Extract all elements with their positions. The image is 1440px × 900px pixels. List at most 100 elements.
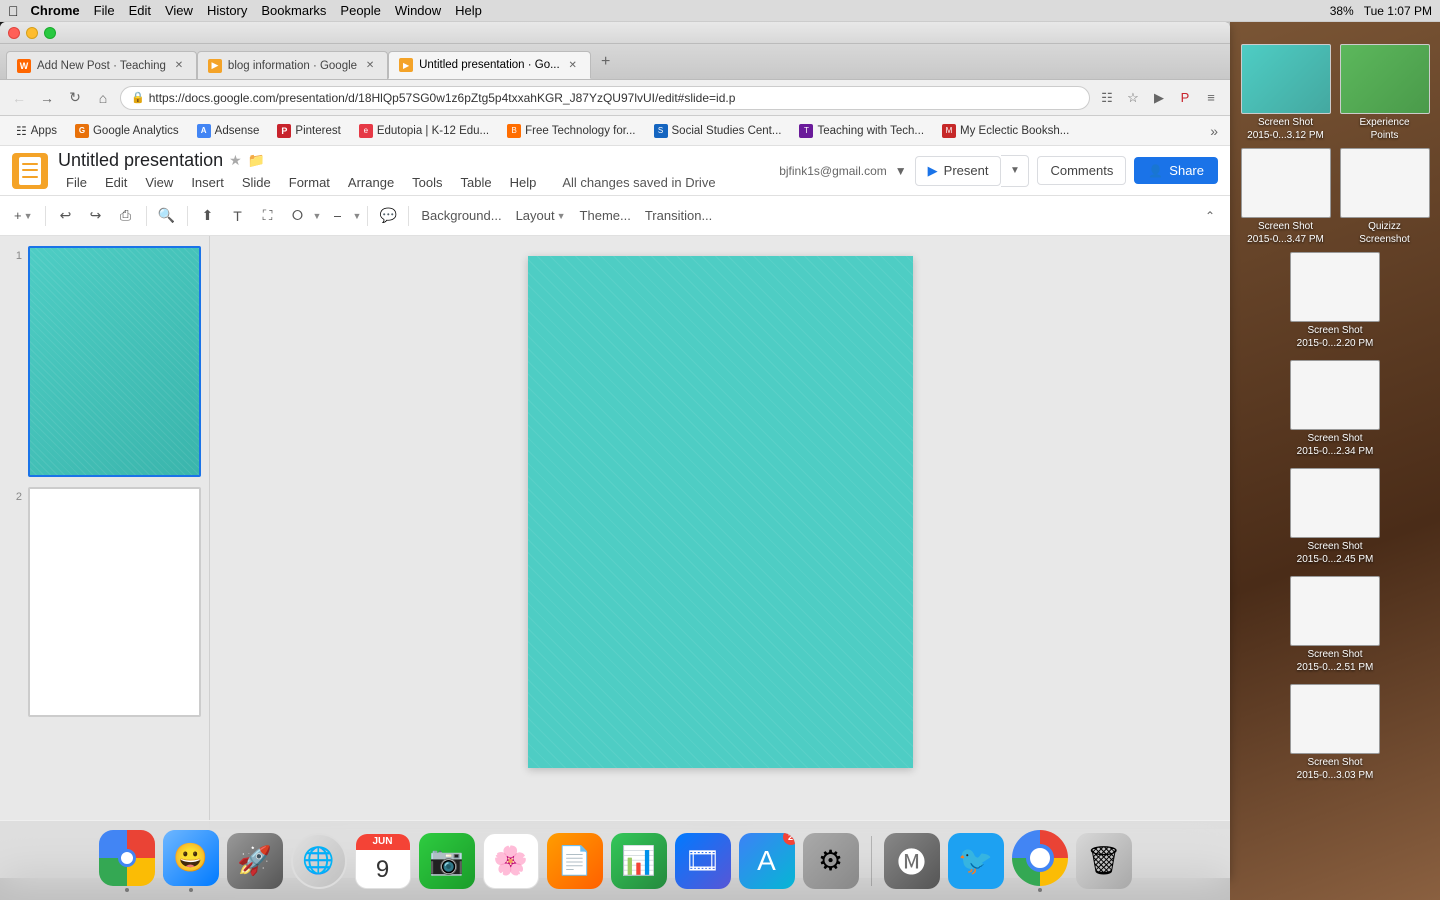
text-tool[interactable]: T	[224, 202, 252, 230]
zoom-add-button[interactable]: + ▼	[8, 202, 39, 230]
slide-panel-item-1[interactable]: 1	[8, 246, 201, 477]
slides-menu-arrange[interactable]: Arrange	[340, 173, 402, 192]
present-dropdown-button[interactable]: ▼	[1001, 155, 1029, 187]
fullscreen-button[interactable]	[44, 27, 56, 39]
desktop-icon-ss3[interactable]: Screen Shot2015-0...3.47 PM	[1238, 148, 1333, 246]
dock-item-chrome-canary[interactable]	[1012, 830, 1068, 892]
dock-item-appstore[interactable]: A 2	[739, 833, 795, 889]
bookmark-edutopia[interactable]: e Edutopia | K-12 Edu...	[351, 122, 497, 140]
shape-chevron-icon[interactable]: ▼	[313, 211, 322, 221]
dock-item-calendar[interactable]: JUN 9	[355, 833, 411, 889]
dock-item-trash[interactable]: 🗑	[1076, 833, 1132, 889]
dock-item-calculator[interactable]: 🅜	[884, 833, 940, 889]
app-menu-bookmarks[interactable]: Bookmarks	[261, 3, 326, 18]
app-menu-view[interactable]: View	[165, 3, 193, 18]
dock-item-keynote[interactable]: 🎞	[675, 833, 731, 889]
app-menu-window[interactable]: Window	[395, 3, 441, 18]
slides-menu-table[interactable]: Table	[453, 173, 500, 192]
slides-menu-edit[interactable]: Edit	[97, 173, 135, 192]
line-tool[interactable]: ⎯	[323, 202, 351, 230]
slide-panel-item-2[interactable]: 2	[8, 487, 201, 718]
dock-item-rocket[interactable]: 🚀	[227, 833, 283, 889]
bookmark-eclectic[interactable]: M My Eclectic Booksh...	[934, 122, 1077, 140]
apple-menu[interactable]: 	[8, 3, 19, 19]
comments-button[interactable]: Comments	[1037, 156, 1126, 185]
minimize-button[interactable]	[26, 27, 38, 39]
comment-tool[interactable]: 💬	[374, 202, 402, 230]
app-menu-history[interactable]: History	[207, 3, 247, 18]
dock-item-chrome[interactable]	[99, 830, 155, 892]
slides-title[interactable]: Untitled presentation	[58, 150, 223, 171]
forward-button[interactable]: →	[36, 87, 58, 109]
new-tab-button[interactable]: +	[595, 51, 617, 73]
undo-button[interactable]: ↩	[52, 202, 80, 230]
slides-menu-view[interactable]: View	[137, 173, 181, 192]
address-bar[interactable]: 🔒 https://docs.google.com/presentation/d…	[120, 86, 1090, 110]
cursor-tool[interactable]: ⬆	[194, 202, 222, 230]
dock-item-system-preferences[interactable]: ⚙	[803, 833, 859, 889]
bookmark-google-analytics[interactable]: G Google Analytics	[67, 122, 187, 140]
home-button[interactable]: ⌂	[92, 87, 114, 109]
tab-blog-info[interactable]: ▶ blog information · Google ✕	[197, 51, 388, 79]
image-tool[interactable]: ⛶	[254, 202, 282, 230]
app-menu-help[interactable]: Help	[455, 3, 482, 18]
bookmark-pinterest[interactable]: P Pinterest	[269, 122, 348, 140]
slide-main-canvas[interactable]	[528, 256, 913, 768]
desktop-icon-ss8[interactable]: Screen Shot2015-0...2.51 PM	[1230, 572, 1440, 678]
redo-button[interactable]: ↪	[82, 202, 110, 230]
bookmark-free-tech[interactable]: B Free Technology for...	[499, 122, 643, 140]
dock-item-photos[interactable]: 🌸	[483, 833, 539, 889]
bookmark-teaching-tech[interactable]: T Teaching with Tech...	[791, 122, 932, 140]
user-dropdown-icon[interactable]: ▼	[895, 164, 907, 178]
app-menu-edit[interactable]: Edit	[129, 3, 151, 18]
pinterest-button[interactable]: P	[1174, 87, 1196, 109]
dock-item-twitter[interactable]: 🐦	[948, 833, 1004, 889]
desktop-icon-ss5[interactable]: Screen Shot2015-0...2.20 PM	[1230, 248, 1440, 354]
cast-button[interactable]: ▶	[1148, 87, 1170, 109]
desktop-icon-quizizz[interactable]: QuizizzScreenshot	[1337, 148, 1432, 246]
line-chevron-icon[interactable]: ▼	[352, 211, 361, 221]
menu-button[interactable]: ≡	[1200, 87, 1222, 109]
app-menu-file[interactable]: File	[94, 3, 115, 18]
desktop-icon-experience[interactable]: ExperiencePoints	[1337, 44, 1432, 142]
tab-close-1[interactable]: ✕	[172, 59, 186, 73]
slides-menu-slide[interactable]: Slide	[234, 173, 279, 192]
transition-button[interactable]: Transition...	[639, 202, 718, 230]
dock-item-facetime[interactable]: 📷	[419, 833, 475, 889]
layout-button[interactable]: Layout ▼	[510, 202, 572, 230]
dock-item-safari[interactable]: 🌐	[291, 833, 347, 889]
tab-add-new-post[interactable]: W Add New Post · Teaching ✕	[6, 51, 197, 79]
bookmark-adsense[interactable]: A Adsense	[189, 122, 268, 140]
zoom-button[interactable]: 🔍	[153, 202, 181, 230]
star-favorite-icon[interactable]: ★	[229, 152, 242, 169]
tab-untitled-presentation[interactable]: ▶ Untitled presentation · Go... ✕	[388, 51, 591, 79]
bookmarks-more-button[interactable]: »	[1206, 121, 1222, 141]
desktop-icon-ss9[interactable]: Screen Shot2015-0...3.03 PM	[1230, 680, 1440, 786]
collapse-toolbar-button[interactable]: ⌃	[1198, 204, 1222, 228]
desktop-icon-ss1[interactable]: Screen Shot2015-0...3.12 PM	[1238, 44, 1333, 142]
slides-menu-help[interactable]: Help	[502, 173, 545, 192]
desktop-icon-ss6[interactable]: Screen Shot2015-0...2.34 PM	[1230, 356, 1440, 462]
app-menu-chrome[interactable]: Chrome	[31, 3, 80, 18]
theme-button[interactable]: Theme...	[574, 202, 637, 230]
bookmark-social-studies[interactable]: S Social Studies Cent...	[646, 122, 790, 140]
close-button[interactable]	[8, 27, 20, 39]
present-button[interactable]: ▶ Present	[915, 156, 1002, 186]
slides-menu-tools[interactable]: Tools	[404, 173, 450, 192]
background-button[interactable]: Background...	[415, 202, 507, 230]
extensions-button[interactable]: ☷	[1096, 87, 1118, 109]
slides-menu-format[interactable]: Format	[281, 173, 338, 192]
desktop-icon-ss7[interactable]: Screen Shot2015-0...2.45 PM	[1230, 464, 1440, 570]
shape-tool[interactable]: ⭘	[284, 202, 312, 230]
slides-menu-file[interactable]: File	[58, 173, 95, 192]
print-button[interactable]: ⎙	[112, 202, 140, 230]
dock-item-finder[interactable]: 😀	[163, 830, 219, 892]
share-button[interactable]: 👤 Share	[1134, 157, 1218, 184]
slide-thumb-2[interactable]	[28, 487, 201, 718]
dock-item-pages[interactable]: 📄	[547, 833, 603, 889]
dock-item-numbers[interactable]: 📊	[611, 833, 667, 889]
back-button[interactable]: ←	[8, 87, 30, 109]
app-menu-people[interactable]: People	[340, 3, 380, 18]
tab-close-3[interactable]: ✕	[566, 58, 580, 72]
slide-thumb-1[interactable]	[28, 246, 201, 477]
